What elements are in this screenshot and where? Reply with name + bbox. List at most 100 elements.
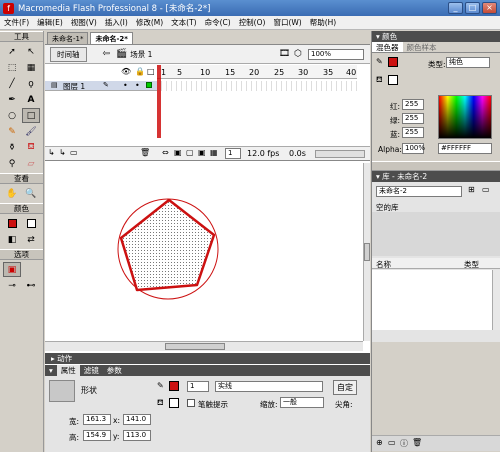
snap-to-objects-icon[interactable]: ⊸	[3, 278, 21, 293]
edit-scene-icon[interactable]: 🎞	[279, 49, 290, 59]
hex-field[interactable]: #FFFFFF	[438, 143, 492, 154]
x-field[interactable]: 141.0	[123, 414, 151, 425]
subselection-tool-icon[interactable]: ↖	[22, 44, 40, 59]
delete-icon[interactable]: 🗑	[412, 438, 422, 447]
menu-modify[interactable]: 修改(M)	[132, 17, 167, 28]
stroke-color-swatch[interactable]	[169, 381, 179, 391]
maximize-button[interactable]: □	[465, 2, 480, 14]
back-arrow-icon[interactable]: ⇦	[103, 49, 111, 59]
library-panel-header[interactable]: ▾ 库 - 未命名-2	[372, 171, 500, 182]
tab-untitled-2[interactable]: 未命名-2*	[90, 32, 133, 44]
menu-help[interactable]: 帮助(H)	[306, 17, 341, 28]
center-frame-icon[interactable]: ⇔	[162, 148, 169, 157]
menu-view[interactable]: 视图(V)	[67, 17, 101, 28]
pencil-tool-icon[interactable]: ✎	[3, 124, 21, 139]
straighten-icon[interactable]: ⊷	[22, 278, 40, 293]
add-guide-layer-icon[interactable]: ↳	[59, 148, 66, 157]
pin-icon[interactable]: ⊞	[468, 185, 475, 194]
free-transform-tool-icon[interactable]: ⬚	[3, 60, 21, 75]
fill-color-icon[interactable]	[22, 216, 40, 231]
type-select[interactable]: 纯色	[446, 57, 490, 68]
tab-properties[interactable]: 属性	[56, 365, 80, 376]
selection-tool-icon[interactable]: ➚	[3, 44, 21, 59]
hand-tool-icon[interactable]: ✋	[3, 186, 21, 201]
stroke-style-select[interactable]: 实线	[215, 381, 323, 392]
layer-visible-dot[interactable]: •	[123, 81, 128, 90]
close-button[interactable]: ×	[482, 2, 497, 14]
library-scrollbar[interactable]	[492, 270, 500, 330]
onion-markers-icon[interactable]: ▦	[210, 148, 218, 157]
delete-layer-icon[interactable]: 🗑	[140, 148, 150, 157]
menu-commands[interactable]: 命令(C)	[201, 17, 235, 28]
stage-vscroll[interactable]	[363, 163, 370, 341]
custom-button[interactable]: 自定	[333, 380, 357, 395]
menu-file[interactable]: 文件(F)	[0, 17, 33, 28]
timeline-hscroll[interactable]	[315, 150, 365, 158]
text-tool-icon[interactable]: A	[22, 92, 40, 107]
new-library-icon[interactable]: ▭	[482, 185, 490, 194]
pen-tool-icon[interactable]: ✒	[3, 92, 21, 107]
fill-color-swatch[interactable]	[169, 398, 179, 408]
blue-field[interactable]: 255	[402, 127, 424, 138]
alpha-field[interactable]: 100%	[402, 143, 425, 154]
mixer-fill-swatch[interactable]	[388, 75, 398, 85]
frame-ruler[interactable]: 1 5 10 15 20 25 30 35 40	[157, 65, 357, 79]
pentagon-shape[interactable]	[119, 198, 216, 292]
edit-multiple-icon[interactable]: ▣	[198, 148, 206, 157]
ink-bottle-tool-icon[interactable]: ⚱	[3, 140, 21, 155]
library-select[interactable]: 未命名-2	[376, 186, 462, 197]
green-field[interactable]: 255	[402, 113, 424, 124]
stage-hscroll[interactable]	[45, 341, 363, 351]
zoom-select[interactable]: 100%	[308, 48, 364, 60]
brush-tool-icon[interactable]: 🖌	[22, 124, 40, 139]
tab-untitled-1[interactable]: 未命名-1*	[47, 32, 89, 44]
name-column-header[interactable]: 名称	[376, 259, 391, 270]
eye-icon[interactable]: 👁	[121, 67, 131, 76]
frame-rate[interactable]: 12.0 fps	[247, 149, 279, 158]
stroke-size-field[interactable]: 1	[187, 381, 209, 392]
insert-folder-icon[interactable]: ▭	[70, 148, 78, 157]
zoom-tool-icon[interactable]: 🔍	[22, 186, 40, 201]
layer-row[interactable]: ▤ 图层 1 ✎ • •	[45, 81, 157, 91]
menu-control[interactable]: 控制(O)	[235, 17, 270, 28]
oval-tool-icon[interactable]: ○	[3, 108, 21, 123]
outline-icon[interactable]: □	[147, 67, 155, 76]
insert-layer-icon[interactable]: ↳	[48, 148, 55, 157]
paint-bucket-tool-icon[interactable]: ⛾	[22, 140, 40, 155]
stage[interactable]	[45, 163, 363, 341]
color-spectrum[interactable]	[438, 95, 492, 139]
timeline-toggle-button[interactable]: 时间轴	[50, 46, 87, 62]
gradient-transform-tool-icon[interactable]: ▦	[22, 60, 40, 75]
lasso-tool-icon[interactable]: ϙ	[22, 76, 40, 91]
y-field[interactable]: 113.0	[123, 430, 151, 441]
playhead[interactable]	[157, 65, 161, 138]
menu-edit[interactable]: 编辑(E)	[33, 17, 67, 28]
red-field[interactable]: 255	[402, 99, 424, 110]
new-folder-icon[interactable]: ▭	[388, 438, 396, 447]
tab-parameters[interactable]: 参数	[103, 365, 126, 376]
stroke-hinting-checkbox[interactable]	[187, 399, 195, 407]
black-white-icon[interactable]: ◧	[3, 232, 21, 247]
minimize-button[interactable]: _	[448, 2, 463, 14]
menu-insert[interactable]: 插入(I)	[101, 17, 132, 28]
actions-panel-header[interactable]: ▸ 动作	[45, 353, 370, 364]
library-list[interactable]	[372, 270, 492, 330]
menu-window[interactable]: 窗口(W)	[269, 17, 305, 28]
tab-filters[interactable]: 滤镜	[80, 365, 103, 376]
eyedropper-tool-icon[interactable]: ⚲	[3, 156, 21, 171]
layer-lock-dot[interactable]: •	[135, 81, 140, 90]
edit-symbol-icon[interactable]: ⬡	[294, 49, 302, 59]
swap-colors-icon[interactable]: ⇄	[22, 232, 40, 247]
eraser-tool-icon[interactable]: ▱	[22, 156, 40, 171]
width-field[interactable]: 161.3	[83, 414, 111, 425]
stroke-color-icon[interactable]	[3, 216, 21, 231]
line-tool-icon[interactable]: ╱	[3, 76, 21, 91]
onion-skin-icon[interactable]: ▣	[174, 148, 182, 157]
type-column-header[interactable]: 类型	[464, 259, 479, 270]
onion-outline-icon[interactable]: ▢	[186, 148, 194, 157]
properties-icon[interactable]: ⓘ	[400, 438, 408, 449]
height-field[interactable]: 154.9	[83, 430, 111, 441]
scale-select[interactable]: 一般	[280, 397, 324, 408]
tab-swatches[interactable]: 颜色样本	[403, 42, 441, 52]
rectangle-tool-icon[interactable]: □	[22, 108, 40, 123]
